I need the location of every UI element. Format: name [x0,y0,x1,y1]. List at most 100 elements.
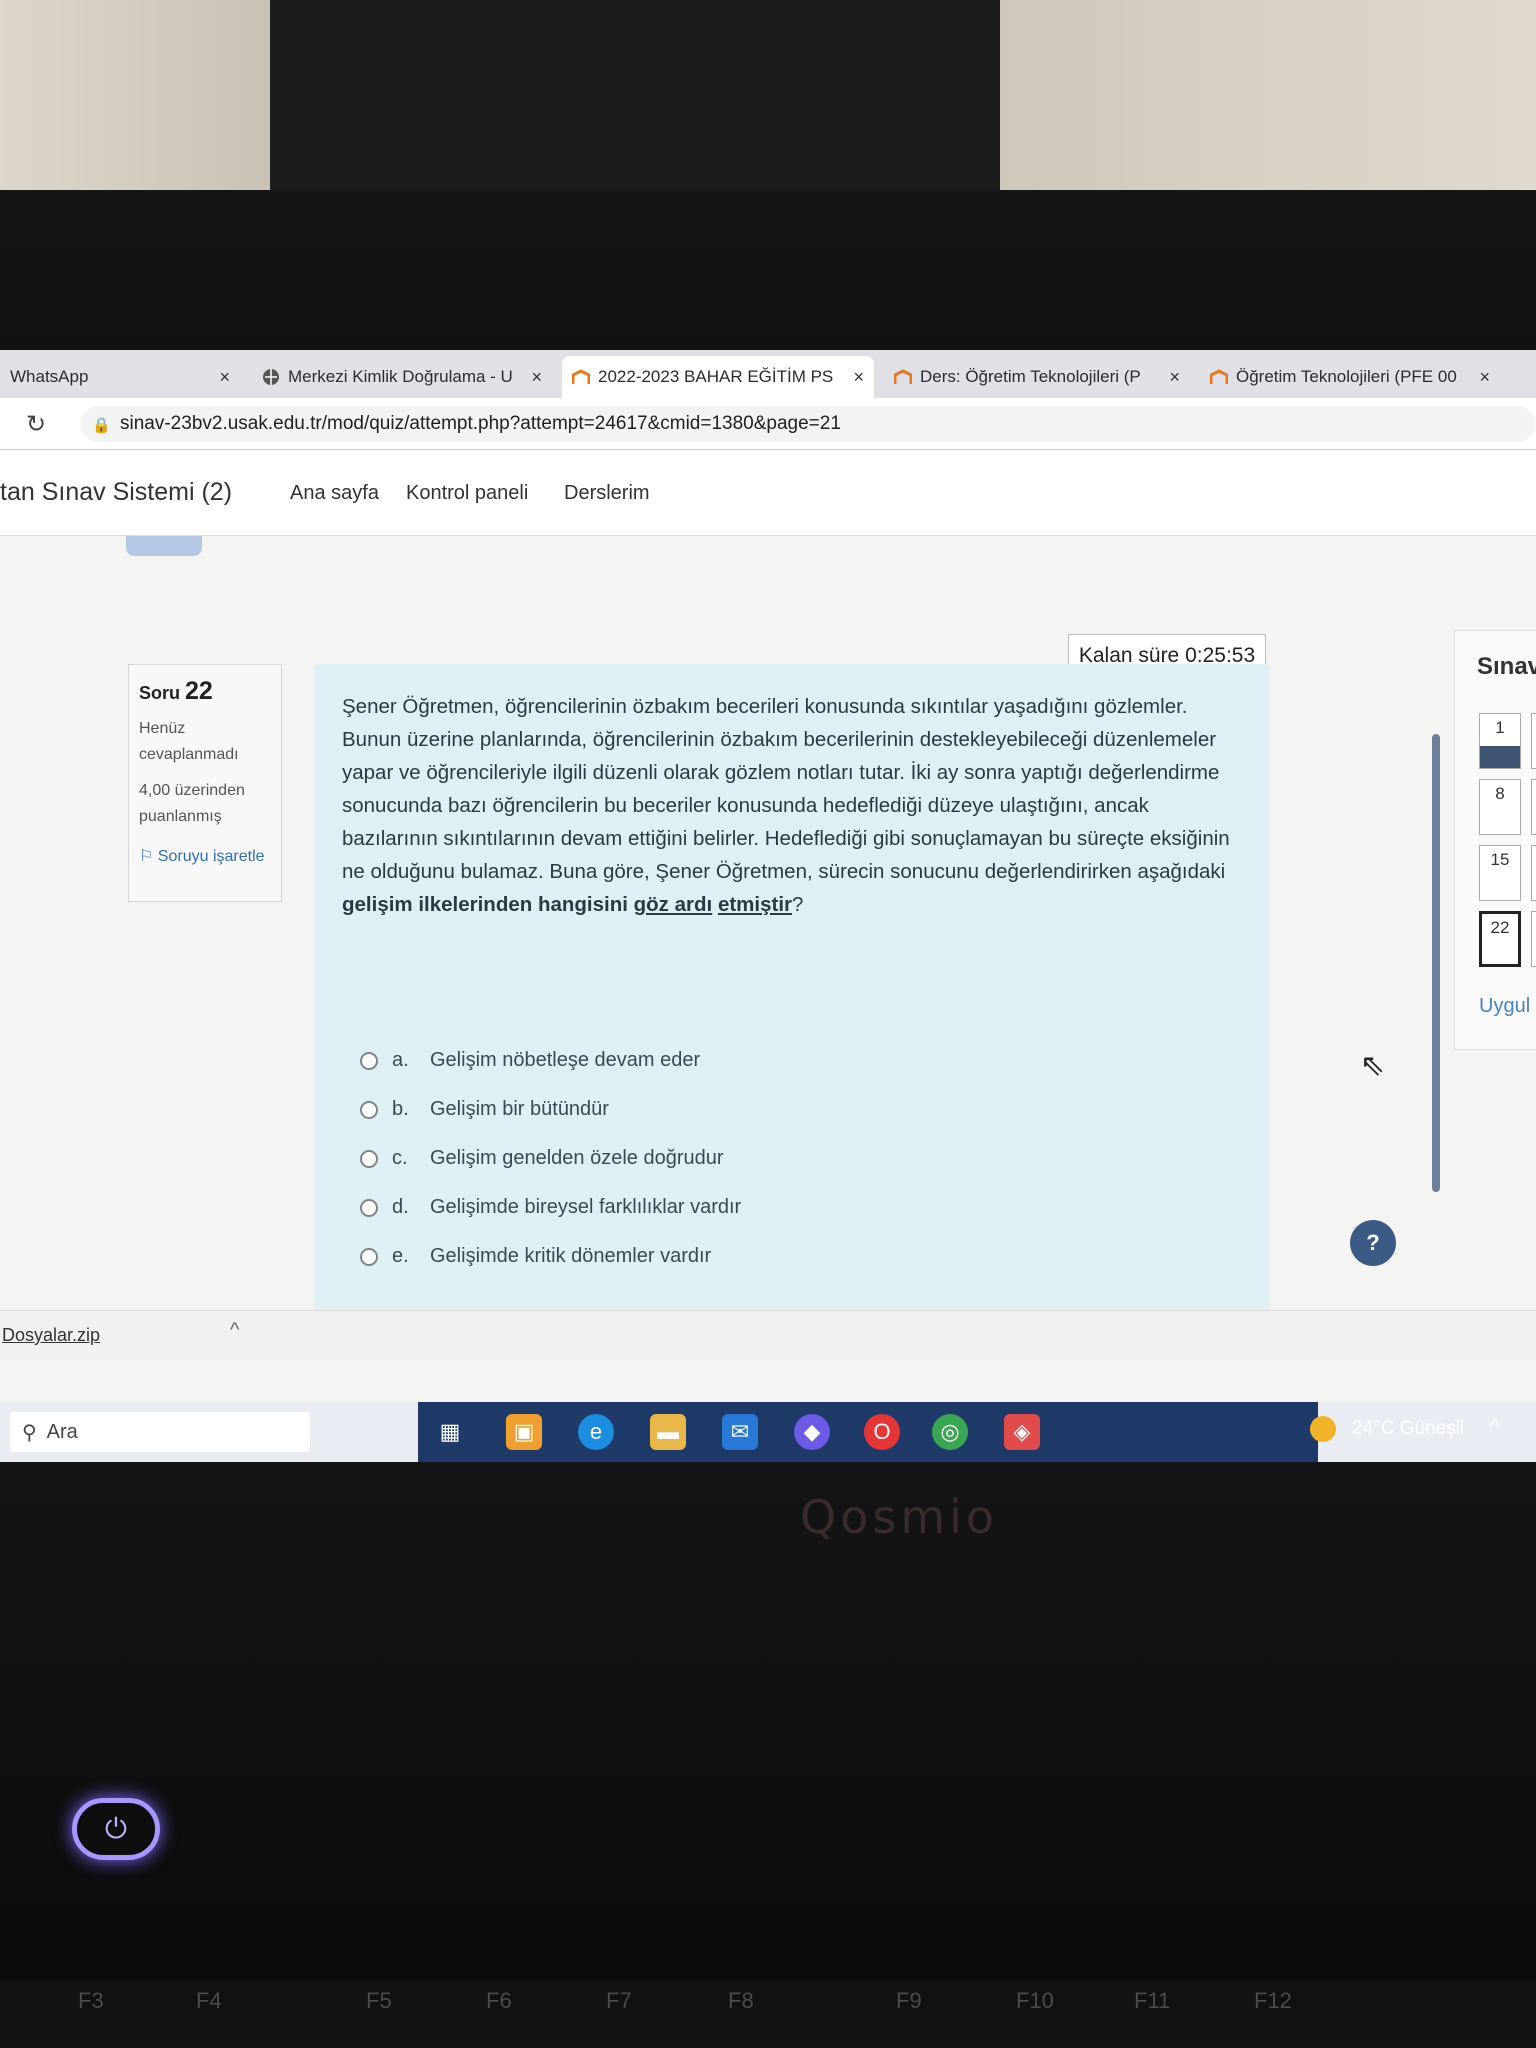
answer-option-a[interactable]: a. Gelişim nöbetleşe devam eder [360,1036,1060,1085]
quiz-nav-button-partial[interactable] [1531,911,1536,967]
question-text-emphasis-1: göz ardı [633,893,713,916]
answer-text[interactable]: Gelişim bir bütündür [430,1098,609,1121]
key-f6[interactable]: F6 [486,1988,512,2014]
key-f3[interactable]: F3 [78,1988,104,2014]
tab-merkezi-kimlik[interactable]: Merkezi Kimlik Doğrulama - U × [252,356,552,398]
chevron-up-icon[interactable]: ^ [230,1319,239,1342]
nav-link-kontrol-paneli[interactable]: Kontrol paneli [406,482,528,505]
question-number-value: 22 [185,677,213,705]
reload-icon[interactable]: ↻ [26,410,46,439]
background-doorway [270,0,1000,200]
tab-label: 2022-2023 BAHAR EĞİTİM PS [598,367,834,386]
mouse-cursor-icon: ⇖ [1360,1049,1386,1082]
copilot-icon[interactable]: ◆ [794,1414,830,1450]
tab-label: Ders: Öğretim Teknolojileri (P [920,367,1141,386]
answer-text[interactable]: Gelişim genelden özele doğrudur [430,1147,724,1170]
moodle-icon [572,369,590,384]
flag-label: Soruyu işaretle [157,848,265,865]
quiz-nav-button-1[interactable]: 1 [1479,713,1521,769]
partial-button[interactable] [126,536,202,556]
download-file-link[interactable]: Dosyalar.zip [2,1325,100,1346]
lock-icon[interactable]: 🔒 [92,416,111,434]
key-f4[interactable]: F4 [196,1988,222,2014]
quiz-nav-button-label: 15 [1490,850,1510,869]
answer-letter: b. [392,1098,409,1120]
apply-link[interactable]: Uygul [1479,995,1530,1018]
close-icon[interactable]: × [1471,367,1490,388]
tray-chevron-icon[interactable]: ^ [1490,1416,1499,1439]
url-field[interactable]: sinav-23bv2.usak.edu.tr/mod/quiz/attempt… [80,406,1536,442]
key-f5[interactable]: F5 [366,1988,392,2014]
key-f7[interactable]: F7 [606,1988,632,2014]
answer-option-d[interactable]: d. Gelişimde bireysel farklılıklar vardı… [360,1183,1060,1232]
taskbar-search[interactable]: ⚲ Ara [10,1412,310,1452]
close-icon[interactable]: × [523,367,542,388]
answer-text[interactable]: Gelişimde kritik dönemler vardır [430,1245,711,1268]
radio-button[interactable] [360,1051,378,1070]
store-icon[interactable]: ▣ [506,1414,542,1450]
tab-whatsapp[interactable]: WhatsApp × [0,356,240,398]
power-button[interactable]: ⏻ [72,1798,160,1860]
quiz-navigation-panel: Sınav 1 8 15 22 Uygul [1454,630,1536,1050]
answer-letter: a. [392,1049,409,1071]
question-content: Şener Öğretmen, öğrencilerinin özbakım b… [314,664,1270,1310]
question-text-emphasis-2: etmiştir [717,893,792,916]
weather-sun-icon [1310,1416,1336,1442]
close-icon[interactable]: × [1161,367,1180,388]
edge-icon[interactable]: e [578,1414,614,1450]
flag-question-link[interactable]: ⚐ Soruyu işaretle [139,844,271,870]
quiz-nav-button-partial[interactable] [1531,779,1536,835]
page-scrollbar[interactable] [1432,734,1440,1192]
background-wall-right [1000,0,1536,200]
app-icon[interactable]: ◈ [1004,1414,1040,1450]
key-f10[interactable]: F10 [1016,1988,1054,2014]
quiz-nav-button-22[interactable]: 22 [1479,911,1521,967]
answer-option-b[interactable]: b. Gelişim bir bütündür [360,1085,1060,1134]
radio-button[interactable] [360,1198,378,1217]
quiz-nav-button-label: 8 [1495,784,1505,803]
site-title[interactable]: tan Sınav Sistemi (2) [0,478,232,507]
tab-label: Merkezi Kimlik Doğrulama - U [288,367,513,386]
answer-option-e[interactable]: e. Gelişimde kritik dönemler vardır [360,1232,1060,1281]
file-explorer-icon[interactable]: ▬ [650,1414,686,1450]
windows-taskbar: ⚲ Ara ▦ ▣ e ▬ ✉ ◆ O ◎ ◈ 24°C Güneşli ^ [0,1402,1536,1462]
nav-link-derslerim[interactable]: Derslerim [564,482,650,505]
key-f11[interactable]: F11 [1134,1988,1170,2014]
quiz-nav-button-partial[interactable] [1531,713,1536,769]
download-bar: Dosyalar.zip ^ [0,1310,1536,1362]
quiz-nav-title: Sınav [1477,653,1536,680]
question-text: Şener Öğretmen, öğrencilerinin özbakım b… [342,690,1242,921]
nav-link-ana-sayfa[interactable]: Ana sayfa [290,482,379,505]
key-f12[interactable]: F12 [1254,1988,1292,2014]
mail-icon[interactable]: ✉ [722,1414,758,1450]
radio-button[interactable] [360,1100,378,1119]
weather-text[interactable]: 24°C Güneşli [1352,1418,1464,1440]
laptop-body [0,1462,1536,2048]
answer-text[interactable]: Gelişimde bireysel farklılıklar vardır [430,1196,741,1219]
quiz-nav-button-15[interactable]: 15 [1479,845,1521,901]
chrome-icon[interactable]: ◎ [932,1414,968,1450]
moodle-icon [894,369,912,384]
answer-text[interactable]: Gelişim nöbetleşe devam eder [430,1049,700,1072]
question-text-end: ? [792,893,804,916]
tab-bahar-egitim[interactable]: 2022-2023 BAHAR EĞİTİM PS × [562,356,874,398]
globe-icon [263,369,279,385]
radio-button[interactable] [360,1247,378,1266]
quiz-nav-button-partial[interactable] [1531,845,1536,901]
tab-ders-ogretim[interactable]: Ders: Öğretim Teknolojileri (P × [884,356,1190,398]
close-icon[interactable]: × [211,367,230,388]
quiz-nav-button-8[interactable]: 8 [1479,779,1521,835]
opera-icon[interactable]: O [864,1414,900,1450]
radio-button[interactable] [360,1149,378,1168]
close-icon[interactable]: × [845,367,864,388]
answered-indicator [1480,746,1520,768]
answer-list: a. Gelişim nöbetleşe devam eder b. Geliş… [360,1036,1060,1281]
answer-letter: c. [392,1147,408,1169]
tab-ogretim-teknolojileri[interactable]: Öğretim Teknolojileri (PFE 00 × [1200,356,1500,398]
task-view-icon[interactable]: ▦ [432,1414,468,1450]
answer-option-c[interactable]: c. Gelişim genelden özele doğrudur [360,1134,1060,1183]
power-icon: ⏻ [104,1812,128,1844]
help-button[interactable]: ? [1350,1220,1396,1266]
key-f9[interactable]: F9 [896,1988,922,2014]
key-f8[interactable]: F8 [728,1988,754,2014]
